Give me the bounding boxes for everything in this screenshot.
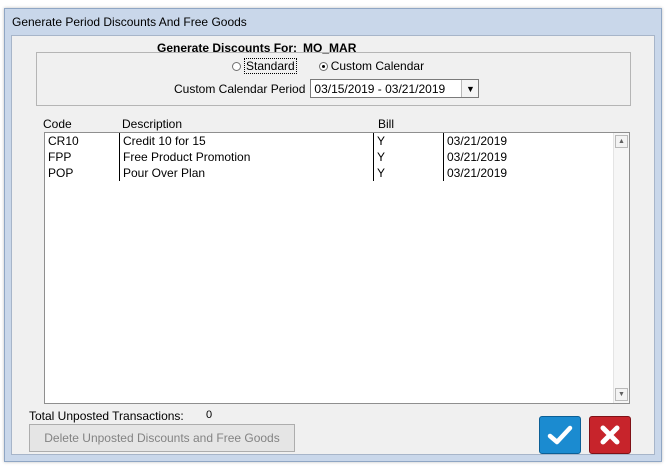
radio-standard[interactable]: Standard (232, 58, 297, 74)
table-row[interactable]: POP Pour Over Plan Y 03/21/2019 (45, 165, 615, 181)
discounts-list[interactable]: CR10 Credit 10 for 15 Y 03/21/2019 FPP F… (44, 132, 630, 404)
cell-description: Credit 10 for 15 (119, 133, 373, 149)
period-select-value: 03/15/2019 - 03/21/2019 (314, 81, 446, 96)
cell-date: 03/21/2019 (443, 149, 563, 165)
cell-code: POP (48, 166, 74, 180)
calendar-group: Standard Custom Calendar Custom Calendar… (36, 52, 631, 106)
radio-custom-calendar[interactable]: Custom Calendar (318, 59, 424, 73)
cell-description: Free Product Promotion (119, 149, 373, 165)
cell-code: FPP (48, 150, 72, 164)
table-row[interactable]: FPP Free Product Promotion Y 03/21/2019 (45, 149, 615, 165)
ok-button[interactable] (539, 416, 581, 454)
cell-bill: Y (373, 165, 443, 181)
cell-bill: Y (373, 149, 443, 165)
radio-custom-label[interactable]: Custom Calendar (331, 59, 424, 73)
dialog-window: Generate Period Discounts And Free Goods… (4, 8, 662, 462)
column-headers: Code Description Bill (43, 117, 633, 131)
cell-date: 03/21/2019 (443, 133, 563, 149)
delete-unposted-button[interactable]: Delete Unposted Discounts and Free Goods (29, 424, 295, 452)
radio-custom-circle[interactable] (318, 61, 328, 71)
calendar-radio-row: Standard Custom Calendar (232, 58, 424, 74)
cell-code: CR10 (48, 134, 79, 148)
window-title: Generate Period Discounts And Free Goods (12, 15, 247, 29)
scroll-up-icon[interactable]: ▲ (615, 135, 628, 148)
total-unposted-value: 0 (206, 409, 213, 421)
cancel-button[interactable] (589, 416, 631, 454)
cell-date: 03/21/2019 (443, 165, 563, 181)
period-row: Custom Calendar Period 03/15/2019 - 03/2… (174, 79, 480, 98)
table-row[interactable]: CR10 Credit 10 for 15 Y 03/21/2019 (45, 133, 615, 149)
cell-description: Pour Over Plan (119, 165, 373, 181)
column-header-description[interactable]: Description (122, 117, 182, 131)
column-header-code[interactable]: Code (43, 117, 72, 131)
total-unposted-label: Total Unposted Transactions: (29, 409, 184, 423)
checkmark-icon (547, 425, 573, 445)
cell-bill: Y (373, 133, 443, 149)
dialog-client: Generate Discounts For: MO_MAR Standard C… (11, 35, 655, 455)
radio-standard-circle[interactable] (232, 61, 241, 71)
radio-standard-label[interactable]: Standard (244, 58, 297, 74)
period-select[interactable]: 03/15/2019 - 03/21/2019 ▼ (310, 79, 480, 98)
close-icon (600, 425, 620, 445)
chevron-down-icon[interactable]: ▼ (461, 80, 479, 97)
scroll-down-icon[interactable]: ▼ (615, 388, 628, 401)
list-scrollbar[interactable]: ▲ ▼ (613, 133, 629, 403)
period-label: Custom Calendar Period (174, 81, 306, 96)
column-header-bill[interactable]: Bill (378, 117, 394, 131)
